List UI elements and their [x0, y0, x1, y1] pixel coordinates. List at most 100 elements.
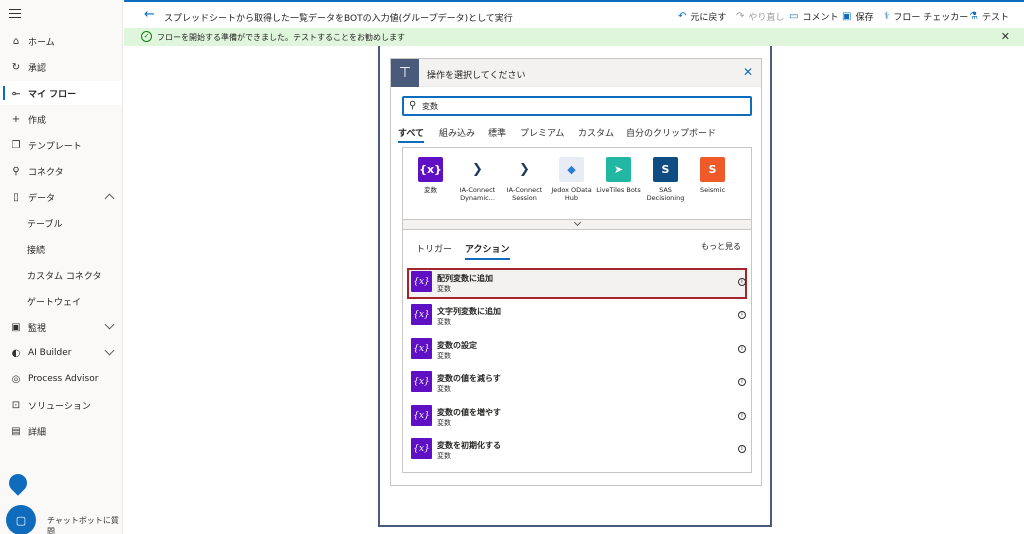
flow-checker-button[interactable]: ⚕ フロー チェッカー [884, 10, 968, 23]
sidebar-item-learn[interactable]: ▤ 詳細 [0, 419, 122, 443]
search-icon: ⚲ [409, 100, 417, 111]
search-box[interactable]: ⚲ [402, 96, 752, 116]
sas-logo-icon: S [653, 157, 678, 182]
logo-glyph: ➤ [613, 163, 624, 176]
expand-connectors-button[interactable] [402, 218, 752, 230]
logo-glyph: S [708, 163, 717, 176]
sidebar-item-label: データ [28, 193, 56, 204]
see-more-link[interactable]: もっと見る [701, 241, 741, 252]
operation-icon: ⊤ [391, 59, 419, 87]
sidebar-item-gateways[interactable]: ゲートウェイ [0, 289, 122, 313]
redo-button[interactable]: ↷ やり直し [736, 10, 784, 23]
connector-seismic[interactable]: S Seismic [689, 157, 736, 194]
info-icon[interactable]: i [738, 278, 746, 286]
tab-triggers[interactable]: トリガー [416, 242, 452, 255]
action-item-append-to-string[interactable]: {x} 文字列変数に追加 変数 [407, 301, 747, 332]
sidebar-item-label: Process Advisor [28, 374, 99, 384]
flask-icon: ⚗ [969, 11, 978, 22]
action-item-append-to-array[interactable]: {x} 配列変数に追加 変数 [407, 268, 747, 299]
search-input[interactable] [422, 100, 742, 112]
action-connector: 変数 [437, 419, 451, 427]
tab-builtin[interactable]: 組み込み [439, 126, 475, 139]
chevron-down-icon [573, 218, 582, 227]
category-tabs: すべて 組み込み 標準 プレミアム カスタム 自分のクリップボード [398, 126, 758, 146]
comment-label: コメント [802, 13, 839, 23]
sidebar-item-label: カスタム コネクタ [27, 271, 102, 282]
seismic-logo-icon: S [700, 157, 725, 182]
action-name: 変数の値を増やす [437, 408, 501, 417]
sidebar-item-data[interactable]: ▯ データ [0, 185, 122, 209]
info-icon[interactable]: i [738, 311, 746, 319]
variables-icon: {x} [411, 304, 432, 325]
hamburger-menu-icon[interactable] [9, 9, 21, 19]
ia-connect-session-logo-icon: ❯ [512, 157, 537, 182]
tab-my-clipboard[interactable]: 自分のクリップボード [626, 126, 716, 139]
save-label: 保存 [855, 13, 874, 23]
sidebar-item-create[interactable]: + 作成 [0, 107, 122, 131]
back-arrow-icon[interactable]: ← [144, 7, 155, 22]
sidebar-item-home[interactable]: ⌂ ホーム [0, 29, 122, 53]
variables-icon: {x} [411, 438, 432, 459]
close-icon[interactable]: ✕ [743, 65, 753, 79]
sidebar-item-connections[interactable]: 接続 [0, 237, 122, 261]
tab-premium[interactable]: プレミアム [520, 126, 564, 139]
sidebar-item-connectors[interactable]: ⚲ コネクタ [0, 159, 122, 183]
action-item-set-variable[interactable]: {x} 変数の設定 変数 [407, 335, 747, 366]
tab-all[interactable]: すべて [398, 126, 425, 143]
chat-icon: ▢ [15, 513, 27, 527]
flow-icon: ⟜ [12, 87, 20, 99]
sidebar-item-process-advisor[interactable]: ◎ Process Advisor [0, 367, 122, 391]
connector-grid: {x} 変数 ❯ IA-Connect Dynamic... ❯ IA-Conn… [402, 147, 752, 219]
undo-button[interactable]: ↶ 元に戻す [678, 10, 726, 23]
sidebar-item-approvals[interactable]: ↻ 承認 [0, 55, 122, 79]
action-item-initialize-variable[interactable]: {x} 変数を初期化する 変数 [407, 435, 747, 466]
chevron-down-icon [104, 319, 115, 330]
process-advisor-icon: ◎ [11, 373, 21, 385]
save-icon: ▣ [842, 11, 852, 22]
sidebar-item-solutions[interactable]: ⊡ ソリューション [0, 393, 122, 417]
info-icon[interactable]: i [738, 345, 746, 353]
action-name: 配列変数に追加 [437, 274, 493, 283]
logo-glyph: ❯ [519, 162, 530, 177]
sidebar-item-tables[interactable]: テーブル [0, 211, 122, 235]
connector-ia-connect-session[interactable]: ❯ IA-Connect Session [501, 157, 548, 202]
connector-label: IA-Connect Dynamic... [459, 186, 496, 202]
connector-sas-decisioning[interactable]: S SAS Decisioning [642, 157, 689, 202]
checkmark-icon: ✓ [141, 31, 152, 42]
dialog-header: ⊤ 操作を選択してください ✕ [391, 59, 761, 87]
variables-logo-icon: {x} [418, 157, 443, 182]
action-connector: 変数 [437, 318, 451, 326]
connector-ia-connect-dynamic[interactable]: ❯ IA-Connect Dynamic... [454, 157, 501, 202]
tab-custom[interactable]: カスタム [578, 126, 614, 139]
save-button[interactable]: ▣ 保存 [842, 10, 873, 23]
sidebar-item-label: マイ フロー [28, 89, 77, 100]
sidebar-item-custom-connectors[interactable]: カスタム コネクタ [0, 263, 122, 287]
action-item-decrement-variable[interactable]: {x} 変数の値を減らす 変数 [407, 368, 747, 399]
variables-icon: {x} [411, 271, 432, 292]
solutions-icon: ⊡ [11, 399, 21, 411]
livetiles-logo-icon: ➤ [606, 157, 631, 182]
info-icon[interactable]: i [738, 445, 746, 453]
tab-actions[interactable]: アクション [465, 242, 510, 260]
sidebar-item-monitor[interactable]: ▣ 監視 [0, 315, 122, 339]
sidebar-item-templates[interactable]: ❐ テンプレート [0, 133, 122, 157]
chatbot-button[interactable]: ▢ [6, 505, 36, 534]
sidebar-item-label: AI Builder [28, 348, 72, 358]
connector-livetiles-bots[interactable]: ➤ LiveTiles Bots [595, 157, 642, 194]
sidebar-item-ai-builder[interactable]: ◐ AI Builder [0, 341, 122, 365]
comment-button[interactable]: ▭ コメント [789, 10, 838, 23]
choose-operation-dialog: ⊤ 操作を選択してください ✕ ⚲ すべて 組み込み 標準 プレミアム カスタム… [390, 58, 762, 486]
tab-standard[interactable]: 標準 [488, 126, 506, 139]
sidebar-item-my-flows[interactable]: ⟜ マイ フロー [0, 81, 122, 105]
connector-label: SAS Decisioning [646, 186, 685, 202]
info-icon[interactable]: i [738, 378, 746, 386]
info-icon[interactable]: i [738, 412, 746, 420]
close-icon[interactable]: ✕ [1001, 30, 1010, 43]
action-item-increment-variable[interactable]: {x} 変数の値を増やす 変数 [407, 402, 747, 433]
undo-label: 元に戻す [690, 13, 727, 23]
sidebar: ⌂ ホーム ↻ 承認 ⟜ マイ フロー + 作成 ❐ テンプレート ⚲ コネクタ… [0, 0, 123, 534]
test-button[interactable]: ⚗ テスト [969, 10, 1009, 23]
connector-variables[interactable]: {x} 変数 [407, 157, 454, 194]
logo-glyph: {x} [419, 163, 442, 176]
connector-jedox-odata-hub[interactable]: ◆ Jedox OData Hub [548, 157, 595, 202]
